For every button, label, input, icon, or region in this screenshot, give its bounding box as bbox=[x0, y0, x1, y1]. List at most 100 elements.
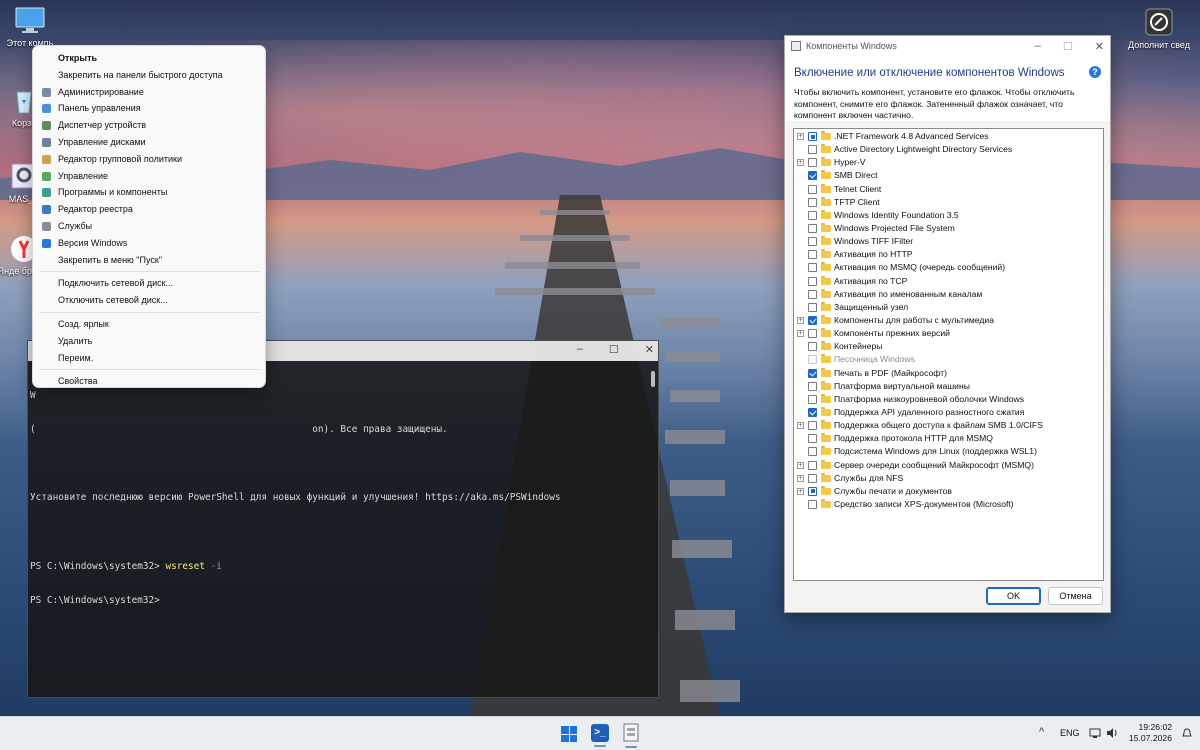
expand-icon[interactable]: + bbox=[797, 159, 804, 167]
feature-checkbox[interactable] bbox=[808, 276, 817, 286]
tray-overflow-icon[interactable]: ^ bbox=[1039, 726, 1044, 738]
feature-row[interactable]: Windows TIFF IFilter bbox=[794, 235, 1103, 248]
network-icon[interactable] bbox=[1089, 727, 1101, 739]
feature-checkbox[interactable] bbox=[808, 237, 817, 247]
features-tree[interactable]: + .NET Framework 4.8 Advanced Services Act… bbox=[793, 128, 1104, 581]
powershell-window[interactable]: – ☐ ✕ W ( on). Все права защищены. Устан… bbox=[27, 340, 659, 698]
feature-row[interactable]: + Сервер очереди сообщений Майкрософт (MS… bbox=[794, 459, 1103, 472]
feature-row[interactable]: + Hyper-V bbox=[794, 156, 1103, 169]
context-menu-item[interactable]: Подключить сетевой диск... bbox=[37, 275, 261, 292]
feature-row[interactable]: Активация по TCP bbox=[794, 275, 1103, 288]
context-menu-item[interactable]: Закрепить на панели быстрого доступа bbox=[37, 67, 261, 84]
feature-checkbox[interactable] bbox=[808, 302, 817, 312]
feature-row[interactable]: SMB Direct bbox=[794, 169, 1103, 182]
maximize-icon[interactable]: ☐ bbox=[1063, 40, 1073, 53]
feature-row[interactable]: + .NET Framework 4.8 Advanced Services bbox=[794, 130, 1103, 143]
expand-icon[interactable]: + bbox=[797, 487, 804, 495]
feature-checkbox[interactable] bbox=[808, 184, 817, 194]
feature-row[interactable]: Активация по HTTP bbox=[794, 248, 1103, 261]
expand-icon[interactable]: + bbox=[797, 316, 804, 324]
start-button[interactable] bbox=[561, 726, 577, 742]
context-menu-item[interactable]: Созд. ярлык bbox=[37, 316, 261, 333]
close-icon[interactable]: ✕ bbox=[645, 343, 654, 356]
cancel-button[interactable]: Отмена bbox=[1048, 587, 1103, 605]
feature-checkbox[interactable] bbox=[808, 329, 817, 339]
feature-checkbox[interactable] bbox=[808, 158, 817, 168]
expand-icon[interactable]: + bbox=[797, 474, 804, 482]
powershell-console[interactable]: W ( on). Все права защищены. Установите … bbox=[28, 365, 644, 697]
feature-row[interactable]: Подсистема Windows для Linux (поддержка … bbox=[794, 445, 1103, 458]
context-menu-item[interactable]: Службы bbox=[37, 218, 261, 235]
feature-checkbox[interactable] bbox=[808, 447, 817, 457]
feature-row[interactable]: Active Directory Lightweight Directory S… bbox=[794, 143, 1103, 156]
context-menu-item[interactable]: Удалить bbox=[37, 333, 261, 350]
feature-row[interactable]: Windows Projected File System bbox=[794, 222, 1103, 235]
feature-checkbox[interactable] bbox=[808, 421, 817, 431]
context-menu-item[interactable]: Версия Windows bbox=[37, 235, 261, 252]
feature-checkbox[interactable] bbox=[808, 263, 817, 273]
feature-row[interactable]: + Службы печати и документов bbox=[794, 485, 1103, 498]
feature-row[interactable]: Контейнеры bbox=[794, 340, 1103, 353]
context-menu-item[interactable]: Администрирование bbox=[37, 84, 261, 101]
feature-checkbox[interactable] bbox=[808, 342, 817, 352]
feature-row[interactable]: Средство записи XPS-документов (Microsof… bbox=[794, 498, 1103, 511]
feature-row[interactable]: Песочница Windows bbox=[794, 353, 1103, 366]
feature-checkbox[interactable] bbox=[808, 434, 817, 444]
expand-icon[interactable]: + bbox=[797, 133, 804, 140]
feature-checkbox[interactable] bbox=[808, 368, 817, 378]
feature-row[interactable]: Telnet Client bbox=[794, 183, 1103, 196]
windows-features-dialog[interactable]: Компоненты Windows – ☐ ✕ Включение или о… bbox=[784, 35, 1111, 613]
feature-row[interactable]: Активация по именованным каналам bbox=[794, 288, 1103, 301]
feature-row[interactable]: Защищенный узел bbox=[794, 301, 1103, 314]
context-menu-item[interactable]: Открыть bbox=[37, 50, 261, 67]
help-icon[interactable]: ? bbox=[1089, 66, 1101, 78]
desktop-icon-extra-info[interactable]: Дополнит сведения bbox=[1128, 8, 1190, 51]
desktop-icon-this-pc[interactable]: Этот компь bbox=[0, 6, 60, 49]
minimize-icon[interactable]: – bbox=[577, 343, 583, 356]
feature-checkbox[interactable] bbox=[808, 407, 817, 417]
expand-icon[interactable]: + bbox=[797, 461, 804, 469]
feature-row[interactable]: + Поддержка общего доступа к файлам SMB 1… bbox=[794, 419, 1103, 432]
minimize-icon[interactable]: – bbox=[1035, 40, 1041, 53]
feature-checkbox[interactable] bbox=[808, 473, 817, 483]
feature-row[interactable]: Активация по MSMQ (очередь сообщений) bbox=[794, 261, 1103, 274]
feature-row[interactable]: Windows Identity Foundation 3.5 bbox=[794, 209, 1103, 222]
feature-row[interactable]: Печать в PDF (Майкрософт) bbox=[794, 367, 1103, 380]
context-menu-item[interactable]: Диспетчер устройств bbox=[37, 117, 261, 134]
feature-row[interactable]: Поддержка протокола HTTP для MSMQ bbox=[794, 432, 1103, 445]
feature-checkbox[interactable] bbox=[808, 132, 817, 141]
taskbar-windows-features-icon[interactable] bbox=[622, 723, 640, 748]
feature-checkbox[interactable] bbox=[808, 381, 817, 391]
feature-checkbox[interactable] bbox=[808, 223, 817, 233]
context-menu-item[interactable]: Программы и компоненты bbox=[37, 184, 261, 201]
feature-row[interactable]: Поддержка API удаленного разностного сжа… bbox=[794, 406, 1103, 419]
context-menu-item[interactable]: Свойства bbox=[37, 373, 261, 390]
feature-row[interactable]: + Компоненты для работы с мультимедиа bbox=[794, 314, 1103, 327]
notification-bell-icon[interactable] bbox=[1182, 728, 1192, 738]
feature-checkbox[interactable] bbox=[808, 394, 817, 404]
feature-row[interactable]: Платформа низкоуровневой оболочки Window… bbox=[794, 393, 1103, 406]
context-menu-item[interactable]: Переим. bbox=[37, 350, 261, 367]
clock[interactable]: 19:26:02 15.07.2026 bbox=[1128, 722, 1172, 744]
feature-checkbox[interactable] bbox=[808, 486, 817, 496]
context-menu-item[interactable]: Панель управления bbox=[37, 100, 261, 117]
context-menu-item[interactable]: Закрепить в меню "Пуск" bbox=[37, 252, 261, 269]
feature-row[interactable]: Платформа виртуальной машины bbox=[794, 380, 1103, 393]
context-menu-item[interactable]: Отключить сетевой диск... bbox=[37, 292, 261, 309]
feature-checkbox[interactable] bbox=[808, 315, 817, 325]
expand-icon[interactable]: + bbox=[797, 330, 804, 338]
feature-checkbox[interactable] bbox=[808, 289, 817, 299]
console-scrollbar[interactable] bbox=[651, 371, 655, 387]
feature-checkbox[interactable] bbox=[808, 460, 817, 470]
feature-row[interactable]: TFTP Client bbox=[794, 196, 1103, 209]
maximize-icon[interactable]: ☐ bbox=[609, 343, 619, 356]
context-menu-item[interactable]: Управление дисками bbox=[37, 134, 261, 151]
feature-checkbox[interactable] bbox=[808, 499, 817, 509]
expand-icon[interactable]: + bbox=[797, 422, 804, 430]
feature-checkbox[interactable] bbox=[808, 197, 817, 207]
feature-checkbox[interactable] bbox=[808, 210, 817, 220]
taskbar-powershell-icon[interactable]: >_ bbox=[591, 724, 609, 747]
feature-checkbox[interactable] bbox=[808, 171, 817, 181]
context-menu-item[interactable]: Управление bbox=[37, 168, 261, 185]
context-menu-item[interactable]: Редактор групповой политики bbox=[37, 151, 261, 168]
